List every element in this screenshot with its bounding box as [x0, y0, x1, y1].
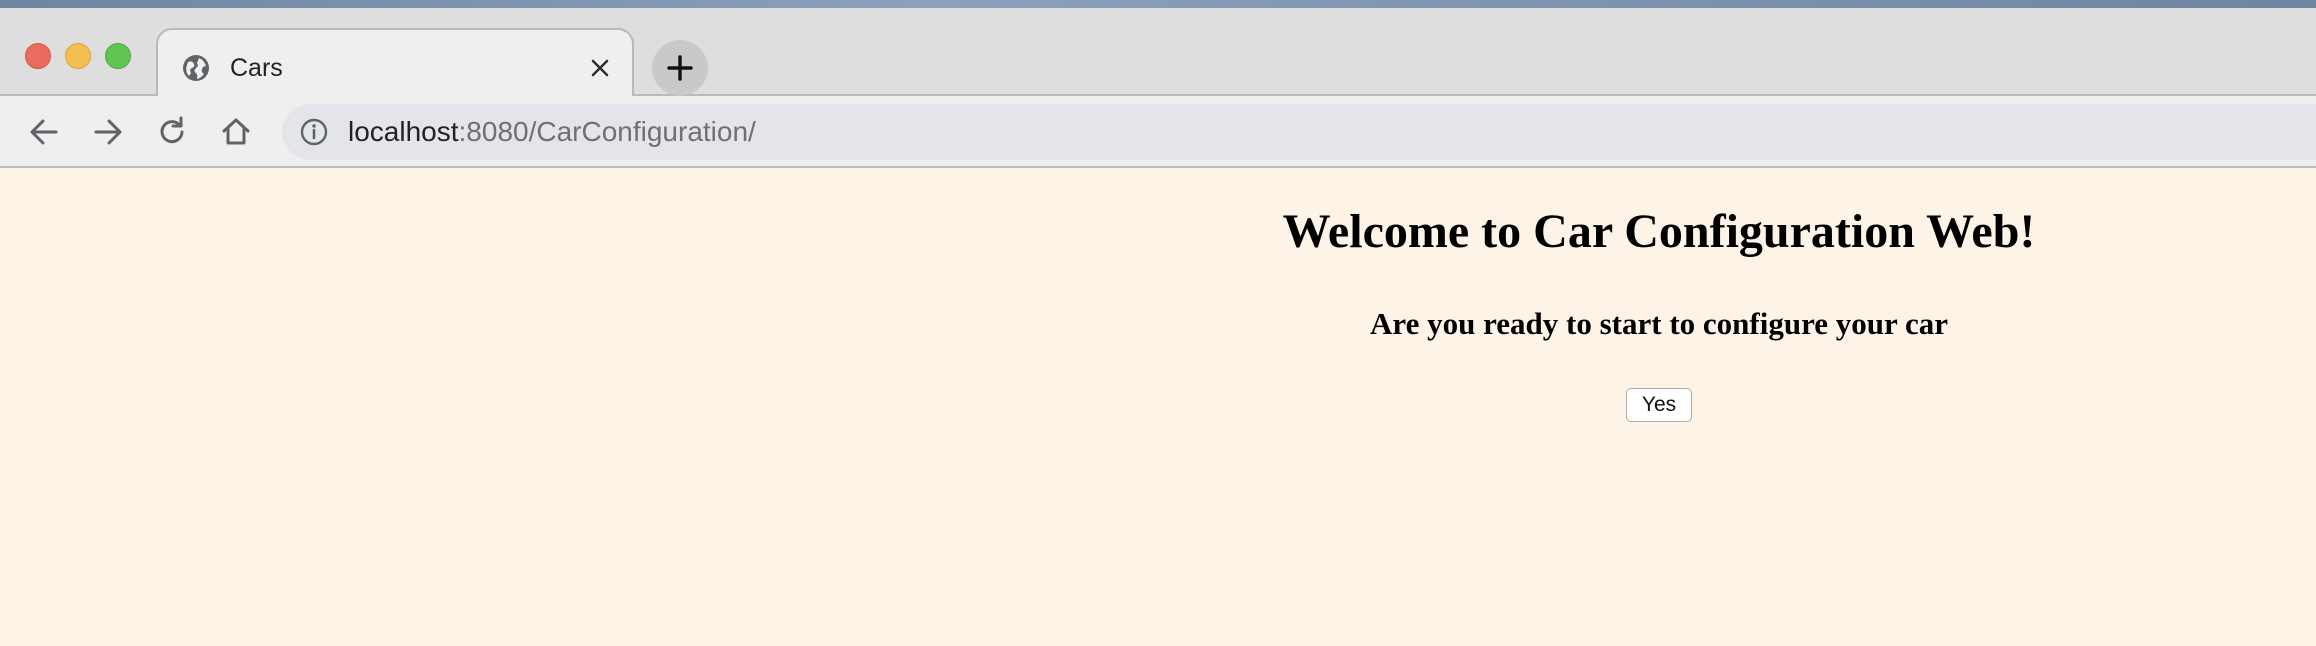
forward-button[interactable] — [88, 112, 128, 152]
close-window-button[interactable] — [25, 43, 51, 69]
desktop-background — [0, 0, 2316, 8]
close-icon[interactable] — [586, 54, 614, 82]
home-button[interactable] — [216, 112, 256, 152]
arrow-right-icon — [94, 119, 122, 145]
reload-icon — [160, 116, 184, 144]
url-host: localhost — [348, 116, 459, 147]
page-subtitle: Are you ready to start to configure your… — [1370, 306, 1948, 341]
info-icon[interactable] — [300, 118, 328, 146]
yes-button[interactable]: Yes — [1626, 388, 1692, 422]
globe-icon — [182, 54, 210, 82]
browser-window: Cars localhost:8080/CarConfiguration/ We… — [0, 0, 2316, 646]
arrow-left-icon — [30, 119, 58, 145]
tab-bar: Cars — [0, 8, 2316, 106]
back-button[interactable] — [24, 112, 64, 152]
tab-title: Cars — [230, 54, 283, 82]
reload-button[interactable] — [152, 112, 192, 152]
url-text: localhost:8080/CarConfiguration/ — [348, 114, 756, 150]
page-content: Welcome to Car Configuration Web! Are yo… — [0, 168, 2316, 646]
maximize-window-button[interactable] — [105, 43, 131, 69]
url-path: :8080/CarConfiguration/ — [458, 116, 756, 147]
home-icon — [222, 118, 250, 145]
plus-icon — [667, 55, 693, 81]
minimize-window-button[interactable] — [65, 43, 91, 69]
new-tab-button[interactable] — [652, 40, 708, 96]
navigation-toolbar: localhost:8080/CarConfiguration/ — [0, 96, 2316, 168]
address-bar[interactable]: localhost:8080/CarConfiguration/ — [282, 104, 2316, 160]
tab-cars[interactable]: Cars — [156, 28, 634, 106]
page-title: Welcome to Car Configuration Web! — [1282, 205, 2036, 258]
